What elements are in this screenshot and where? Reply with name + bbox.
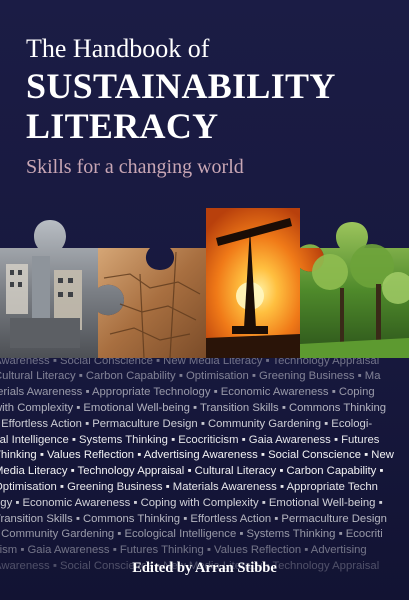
- word-cloud-line: cal Intelligence ▪ Systems Thinking ▪ Ec…: [0, 433, 380, 446]
- book-cover: The Handbook of SUSTAINABILITY LITERACY …: [0, 0, 409, 600]
- word-cloud-line: Transition Skills ▪ Commons Thinking ▪ E…: [0, 512, 387, 525]
- word-cloud-line: Optimisation ▪ Greening Business ▪ Mater…: [0, 480, 378, 493]
- word-cloud-line: with Complexity ▪ Emotional Well-being ▪…: [0, 401, 387, 414]
- editor-credit: Edited by Arran Stibbe: [132, 560, 277, 576]
- title-line-1: The Handbook of: [26, 34, 210, 63]
- title-line-3: LITERACY: [26, 106, 219, 146]
- puzzle-image-strip: [0, 208, 409, 358]
- title-block: The Handbook of SUSTAINABILITY LITERACY …: [26, 34, 399, 179]
- word-cloud-line: ogy ▪ Economic Awareness ▪ Coping with C…: [0, 496, 383, 509]
- word-cloud-line: ▪ Community Gardening ▪ Ecological Intel…: [0, 528, 383, 541]
- skills-word-cloud: Perm▪ Ecccism ▪ Gaia Awarene▪ Futures Th…: [0, 322, 409, 575]
- title-line-2: SUSTAINABILITY: [26, 66, 336, 106]
- word-cloud-line: cism ▪ Gaia Awareness ▪ Futures Thinking…: [0, 544, 367, 557]
- word-cloud-line: Media Literacy ▪ Technology Appraisal ▪ …: [0, 465, 384, 478]
- forest-piece: [300, 222, 409, 358]
- word-cloud-line: ▪ Effortless Action ▪ Permaculture Desig…: [0, 417, 373, 430]
- subtitle: Skills for a changing world: [26, 156, 244, 178]
- word-cloud-line: Thinking ▪ Values Reflection ▪ Advertisi…: [0, 449, 394, 462]
- word-cloud-line: Cultural Literacy ▪ Carbon Capability ▪ …: [0, 370, 381, 383]
- word-cloud-line: terials Awareness ▪ Appropriate Technolo…: [0, 386, 375, 399]
